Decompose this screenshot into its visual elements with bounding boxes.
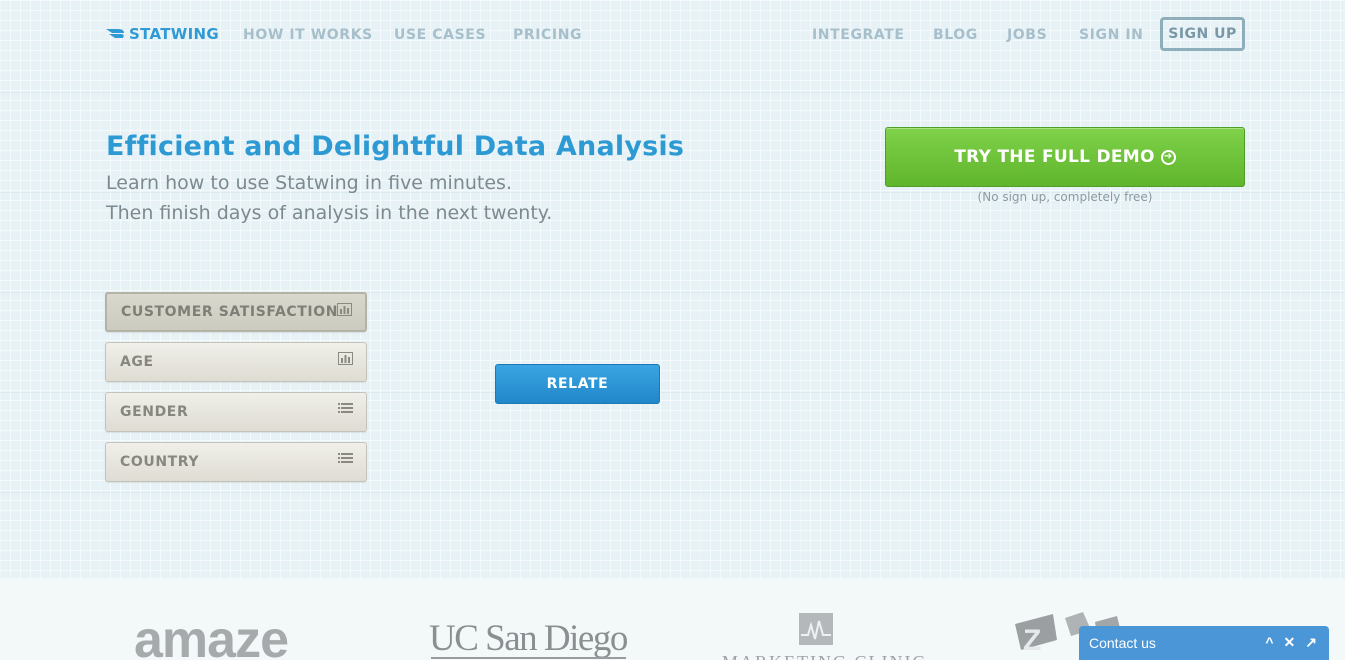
ucsd-underline: [431, 657, 626, 659]
nav-sign-in[interactable]: SIGN IN: [1079, 27, 1144, 43]
close-icon[interactable]: ✕: [1284, 634, 1296, 651]
marketing-clinic-pulse-icon: [799, 613, 833, 645]
chat-label: Contact us: [1089, 635, 1156, 651]
relate-button[interactable]: RELATE: [495, 364, 660, 404]
nav-blog[interactable]: BLOG: [933, 27, 978, 43]
variable-label: GENDER: [120, 404, 189, 420]
variable-gender[interactable]: GENDER: [105, 392, 367, 432]
hero-subline-2: Then finish days of analysis in the next…: [106, 202, 553, 224]
nav-integrate[interactable]: INTEGRATE: [812, 27, 905, 43]
variable-age[interactable]: AGE: [105, 342, 367, 382]
demo-note: (No sign up, completely free): [977, 190, 1153, 204]
logo-text: STATWING: [129, 25, 219, 43]
hero-section: [0, 0, 1345, 578]
chevron-up-icon[interactable]: ^: [1265, 634, 1273, 651]
nav-how-it-works[interactable]: HOW IT WORKS: [243, 27, 373, 43]
svg-text:Z: Z: [1023, 624, 1041, 657]
arrow-circle-icon: ➜: [1160, 149, 1176, 165]
list-icon: [338, 403, 353, 413]
contact-us-chat-widget[interactable]: Contact us ^ ✕ ↗: [1079, 626, 1329, 660]
nav-jobs[interactable]: JOBS: [1007, 27, 1047, 43]
variable-label: COUNTRY: [120, 454, 200, 470]
bar-chart-icon: [338, 352, 353, 365]
sign-up-button[interactable]: SIGN UP: [1160, 17, 1245, 51]
list-icon: [338, 453, 353, 463]
bar-chart-icon: [337, 303, 352, 316]
try-demo-button[interactable]: TRY THE FULL DEMO ➜: [885, 127, 1245, 187]
marketing-clinic-logo: MARKETING CLINIC: [722, 652, 927, 660]
amaze-logo: amaze: [134, 611, 289, 660]
hero-subline-1: Learn how to use Statwing in five minute…: [106, 172, 512, 194]
statwing-wing-icon: [106, 29, 124, 38]
ucsd-logo: UC San Diego: [429, 618, 628, 659]
statwing-logo[interactable]: STATWING: [106, 25, 219, 43]
variable-customer-satisfaction[interactable]: CUSTOMER SATISFACTION: [105, 292, 367, 332]
variable-country[interactable]: COUNTRY: [105, 442, 367, 482]
chat-controls: ^ ✕ ↗: [1265, 634, 1317, 651]
try-demo-label: TRY THE FULL DEMO: [954, 147, 1155, 167]
nav-pricing[interactable]: PRICING: [513, 27, 582, 43]
page-headline: Efficient and Delightful Data Analysis: [106, 131, 685, 162]
variable-label: CUSTOMER SATISFACTION: [121, 304, 339, 320]
nav-use-cases[interactable]: USE CASES: [394, 27, 486, 43]
variable-label: AGE: [120, 354, 154, 370]
popout-icon[interactable]: ↗: [1305, 634, 1317, 651]
